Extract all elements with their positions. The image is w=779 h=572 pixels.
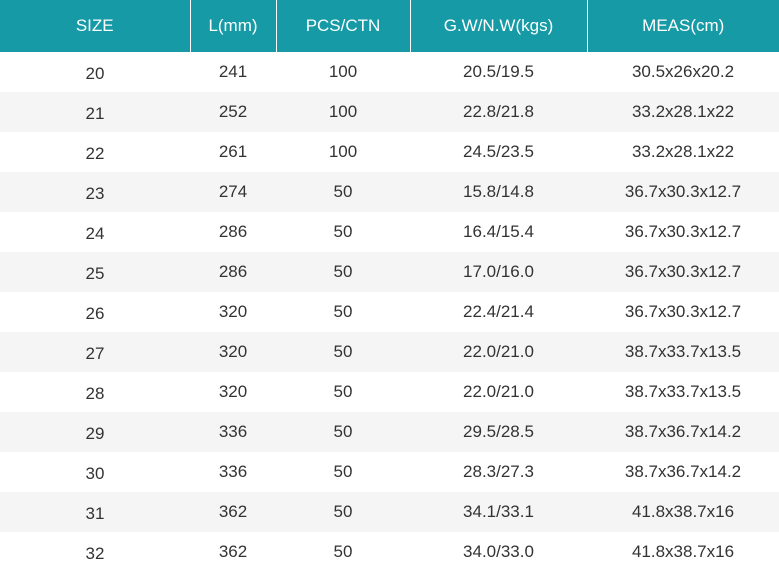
header-row: SIZE L(mm) PCS/CTN G.W/N.W(kgs) MEAS(cm) [0,0,779,52]
packing-spec-table: SIZE L(mm) PCS/CTN G.W/N.W(kgs) MEAS(cm)… [0,0,779,572]
cell-measurement: 30.5x26x20.2 [587,52,779,92]
cell-measurement: 41.8x38.7x16 [587,492,779,532]
cell-pcs-per-carton: 50 [276,172,410,212]
cell-gross-net-weight: 20.5/19.5 [410,52,587,92]
table-row: 22 261 100 24.5/23.5 33.2x28.1x22 [0,132,779,172]
cell-gross-net-weight: 28.3/27.3 [410,452,587,492]
cell-length: 336 [190,412,276,452]
cell-measurement: 36.7x30.3x12.7 [587,212,779,252]
cell-size: 25 [0,252,190,292]
table-row: 26 320 50 22.4/21.4 36.7x30.3x12.7 [0,292,779,332]
cell-pcs-per-carton: 50 [276,332,410,372]
cell-length: 336 [190,452,276,492]
table-row: 25 286 50 17.0/16.0 36.7x30.3x12.7 [0,252,779,292]
cell-pcs-per-carton: 100 [276,52,410,92]
cell-measurement: 38.7x36.7x14.2 [587,412,779,452]
cell-measurement: 36.7x30.3x12.7 [587,292,779,332]
cell-size: 20 [0,52,190,92]
cell-measurement: 33.2x28.1x22 [587,92,779,132]
cell-measurement: 33.2x28.1x22 [587,132,779,172]
cell-pcs-per-carton: 100 [276,92,410,132]
cell-length: 252 [190,92,276,132]
cell-length: 320 [190,332,276,372]
cell-size: 29 [0,412,190,452]
cell-measurement: 36.7x30.3x12.7 [587,252,779,292]
cell-gross-net-weight: 22.0/21.0 [410,372,587,412]
header-measurement: MEAS(cm) [587,0,779,52]
cell-gross-net-weight: 34.1/33.1 [410,492,587,532]
cell-length: 362 [190,532,276,572]
cell-measurement: 38.7x33.7x13.5 [587,332,779,372]
cell-gross-net-weight: 15.8/14.8 [410,172,587,212]
cell-measurement: 41.8x38.7x16 [587,532,779,572]
cell-gross-net-weight: 24.5/23.5 [410,132,587,172]
cell-pcs-per-carton: 100 [276,132,410,172]
cell-length: 261 [190,132,276,172]
cell-gross-net-weight: 22.4/21.4 [410,292,587,332]
cell-measurement: 38.7x33.7x13.5 [587,372,779,412]
cell-gross-net-weight: 34.0/33.0 [410,532,587,572]
cell-size: 24 [0,212,190,252]
table-header: SIZE L(mm) PCS/CTN G.W/N.W(kgs) MEAS(cm) [0,0,779,52]
cell-size: 28 [0,372,190,412]
cell-pcs-per-carton: 50 [276,212,410,252]
cell-size: 23 [0,172,190,212]
cell-measurement: 38.7x36.7x14.2 [587,452,779,492]
table-row: 29 336 50 29.5/28.5 38.7x36.7x14.2 [0,412,779,452]
cell-pcs-per-carton: 50 [276,532,410,572]
cell-pcs-per-carton: 50 [276,372,410,412]
header-length: L(mm) [190,0,277,52]
header-pcs-per-carton: PCS/CTN [276,0,411,52]
table-row: 30 336 50 28.3/27.3 38.7x36.7x14.2 [0,452,779,492]
table-row: 28 320 50 22.0/21.0 38.7x33.7x13.5 [0,372,779,412]
table-row: 27 320 50 22.0/21.0 38.7x33.7x13.5 [0,332,779,372]
cell-pcs-per-carton: 50 [276,252,410,292]
cell-size: 27 [0,332,190,372]
cell-length: 286 [190,212,276,252]
cell-size: 22 [0,132,190,172]
cell-gross-net-weight: 16.4/15.4 [410,212,587,252]
cell-pcs-per-carton: 50 [276,492,410,532]
cell-gross-net-weight: 22.8/21.8 [410,92,587,132]
cell-gross-net-weight: 29.5/28.5 [410,412,587,452]
cell-length: 286 [190,252,276,292]
cell-pcs-per-carton: 50 [276,412,410,452]
table-row: 20 241 100 20.5/19.5 30.5x26x20.2 [0,52,779,92]
cell-gross-net-weight: 22.0/21.0 [410,332,587,372]
cell-pcs-per-carton: 50 [276,292,410,332]
table-body: 20 241 100 20.5/19.5 30.5x26x20.2 21 252 100 22.… [0,52,779,572]
table-row: 24 286 50 16.4/15.4 36.7x30.3x12.7 [0,212,779,252]
cell-length: 362 [190,492,276,532]
table-row: 21 252 100 22.8/21.8 33.2x28.1x22 [0,92,779,132]
cell-length: 320 [190,292,276,332]
cell-length: 274 [190,172,276,212]
table-row: 31 362 50 34.1/33.1 41.8x38.7x16 [0,492,779,532]
cell-length: 320 [190,372,276,412]
cell-size: 21 [0,92,190,132]
cell-size: 32 [0,532,190,572]
header-size: SIZE [0,0,191,52]
cell-length: 241 [190,52,276,92]
cell-size: 26 [0,292,190,332]
cell-size: 30 [0,452,190,492]
cell-measurement: 36.7x30.3x12.7 [587,172,779,212]
header-gross-net-weight: G.W/N.W(kgs) [410,0,588,52]
cell-pcs-per-carton: 50 [276,452,410,492]
table-row: 23 274 50 15.8/14.8 36.7x30.3x12.7 [0,172,779,212]
cell-gross-net-weight: 17.0/16.0 [410,252,587,292]
table-row: 32 362 50 34.0/33.0 41.8x38.7x16 [0,532,779,572]
cell-size: 31 [0,492,190,532]
